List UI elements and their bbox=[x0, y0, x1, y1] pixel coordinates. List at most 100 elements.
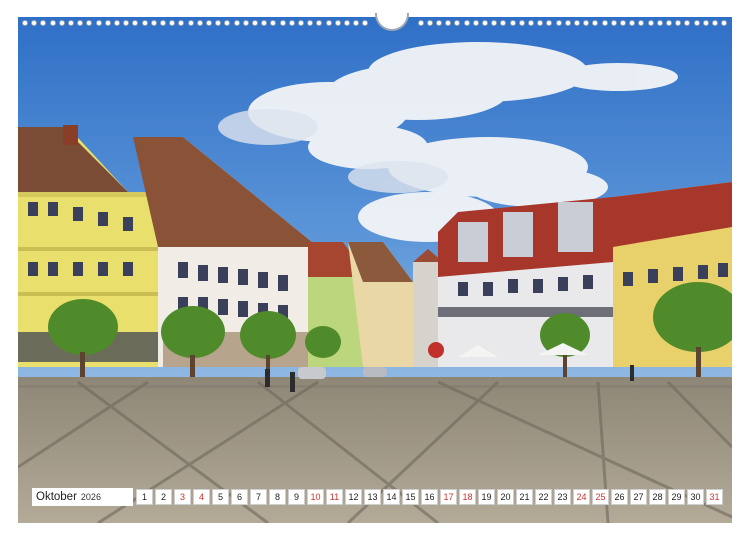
binding-hole-icon bbox=[298, 20, 304, 26]
binding-hole-icon bbox=[353, 20, 360, 26]
binding-hole-icon bbox=[592, 20, 599, 26]
day-cell: 6 bbox=[230, 489, 248, 505]
binding-hole-icon bbox=[656, 20, 663, 26]
binding-hole-icon bbox=[638, 20, 645, 26]
binding-hole-icon bbox=[261, 20, 268, 26]
day-cell: 17 bbox=[439, 489, 457, 505]
binding-hole-icon bbox=[316, 20, 323, 26]
binding-hole-icon bbox=[574, 20, 580, 26]
binding-hole-icon bbox=[307, 20, 314, 26]
binding-hole-icon bbox=[77, 20, 84, 26]
day-cell: 4 bbox=[192, 489, 210, 505]
binding-hole-icon bbox=[68, 20, 74, 26]
binding-hole-icon bbox=[666, 20, 672, 26]
binding-hole-icon bbox=[702, 20, 709, 26]
day-cell: 13 bbox=[363, 489, 381, 505]
binding-hole-icon bbox=[620, 20, 626, 26]
binding-hole-icon bbox=[601, 20, 608, 26]
binding-hole-icon bbox=[334, 20, 341, 26]
day-cell: 31 bbox=[705, 489, 723, 505]
binding-hole-icon bbox=[362, 20, 369, 26]
binding-hole-icon bbox=[95, 20, 102, 26]
binding-hole-icon bbox=[86, 20, 93, 26]
binding-hole-icon bbox=[583, 20, 590, 26]
binding-hole-icon bbox=[40, 20, 47, 26]
binding-hole-icon bbox=[693, 20, 700, 26]
binding-hole-icon bbox=[252, 20, 258, 26]
binding-hole-icon bbox=[196, 20, 203, 26]
hanger-icon bbox=[375, 13, 409, 31]
day-cell: 22 bbox=[534, 489, 552, 505]
binding-hole-icon bbox=[187, 20, 194, 26]
binding-hole-icon bbox=[215, 20, 222, 26]
binding-hole-icon bbox=[684, 20, 691, 26]
binding-hole-icon bbox=[564, 20, 571, 26]
day-cell: 8 bbox=[268, 489, 286, 505]
day-cell: 27 bbox=[629, 489, 647, 505]
binding-hole-icon bbox=[288, 20, 295, 26]
binding-hole-icon bbox=[445, 20, 452, 26]
day-cell: 30 bbox=[686, 489, 704, 505]
binding-hole-icon bbox=[610, 20, 617, 26]
day-cell: 5 bbox=[211, 489, 229, 505]
binding-hole-icon bbox=[178, 20, 185, 26]
binding-hole-icon bbox=[537, 20, 544, 26]
binding-hole-icon bbox=[224, 20, 231, 26]
binding-hole-icon bbox=[491, 20, 498, 26]
day-cell: 7 bbox=[249, 489, 267, 505]
day-cell: 21 bbox=[515, 489, 533, 505]
binding-hole-icon bbox=[270, 20, 277, 26]
binding-hole-icon bbox=[279, 20, 286, 26]
binding-hole-icon bbox=[721, 20, 728, 26]
binding-hole-icon bbox=[22, 20, 28, 26]
day-cell: 18 bbox=[458, 489, 476, 505]
day-cell: 10 bbox=[306, 489, 324, 505]
binding-hole-icon bbox=[546, 20, 553, 26]
binding-hole-icon bbox=[141, 20, 148, 26]
day-cell: 12 bbox=[344, 489, 362, 505]
binding-hole-icon bbox=[206, 20, 212, 26]
day-cell: 14 bbox=[382, 489, 400, 505]
binding-hole-icon bbox=[150, 20, 157, 26]
day-cell: 19 bbox=[477, 489, 495, 505]
binding-hole-icon bbox=[675, 20, 682, 26]
binding-hole-icon bbox=[463, 20, 470, 26]
day-cell: 3 bbox=[173, 489, 191, 505]
day-cell: 9 bbox=[287, 489, 305, 505]
binding-hole-icon bbox=[482, 20, 488, 26]
binding-hole-icon bbox=[344, 20, 350, 26]
calendar-photo bbox=[18, 17, 732, 523]
day-cell: 25 bbox=[591, 489, 609, 505]
binding-hole-icon bbox=[169, 20, 176, 26]
day-cell: 1 bbox=[135, 489, 153, 505]
binding-hole-icon bbox=[509, 20, 516, 26]
day-cell: 24 bbox=[572, 489, 590, 505]
day-cell: 11 bbox=[325, 489, 343, 505]
binding-hole-icon bbox=[555, 20, 562, 26]
binding-hole-icon bbox=[104, 20, 111, 26]
day-cell: 16 bbox=[420, 489, 438, 505]
day-cell: 26 bbox=[610, 489, 628, 505]
binding-hole-icon bbox=[500, 20, 507, 26]
binding-hole-icon bbox=[528, 20, 534, 26]
binding-hole-icon bbox=[123, 20, 130, 26]
day-cell: 28 bbox=[648, 489, 666, 505]
binding-hole-icon bbox=[518, 20, 525, 26]
binding-hole-icon bbox=[629, 20, 636, 26]
day-cell: 20 bbox=[496, 489, 514, 505]
binding-hole-icon bbox=[233, 20, 240, 26]
day-cell: 2 bbox=[154, 489, 172, 505]
binding-hole-icon bbox=[58, 20, 65, 26]
year-label: 2026 bbox=[80, 492, 101, 502]
binding-hole-icon bbox=[712, 20, 718, 26]
day-cells: 1 2 3 4 5 6 7 8 9 10 11 12 13 14 15 16 17 18 19 20 21 22 23 24 2… bbox=[135, 489, 725, 505]
binding-hole-icon bbox=[472, 20, 479, 26]
binding-hole-icon bbox=[454, 20, 461, 26]
binding-hole-icon bbox=[160, 20, 166, 26]
day-cell: 15 bbox=[401, 489, 419, 505]
binding-hole-icon bbox=[132, 20, 139, 26]
day-cell: 29 bbox=[667, 489, 685, 505]
binding-hole-icon bbox=[417, 20, 424, 26]
calendar-strip: Oktober 2026 1 2 3 4 5 6 7 8 9 10 11 12 13 14 15 16 17 18… bbox=[32, 487, 725, 507]
spiral-binding bbox=[18, 13, 732, 33]
